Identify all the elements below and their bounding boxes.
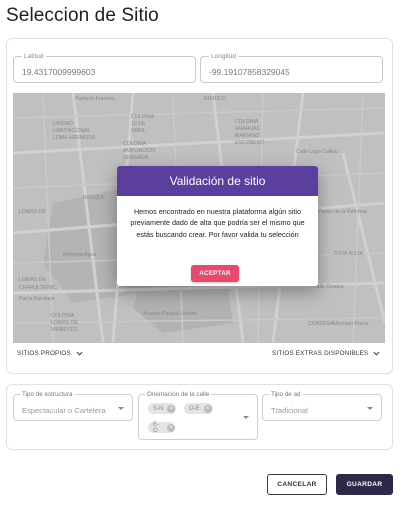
longitude-label: Longitud bbox=[209, 52, 238, 61]
estructura-label: Tipo de estructura bbox=[20, 390, 75, 399]
orientacion-label: Orientación de la calle bbox=[145, 390, 212, 399]
dropdown-arrow-icon bbox=[367, 407, 373, 410]
chip-e-o[interactable]: E-O × bbox=[148, 421, 175, 434]
chevron-down-icon bbox=[76, 351, 83, 356]
accept-button[interactable]: ACEPTAR bbox=[191, 265, 239, 282]
dropdown-arrow-icon bbox=[118, 407, 124, 410]
tipo-ad-value: Tradicional bbox=[271, 406, 308, 415]
dialog-message: Hemos encontrado en nuestra plataforma a… bbox=[130, 207, 305, 239]
chip-o-e[interactable]: O-E × bbox=[184, 403, 213, 414]
page-title: Seleccion de Sitio bbox=[6, 5, 159, 26]
chip-label: E-O bbox=[153, 421, 159, 434]
chip-s-n[interactable]: S-N × bbox=[148, 403, 176, 414]
site-validation-dialog: Validación de sitio Hemos encontrado en … bbox=[117, 166, 318, 286]
remove-chip-icon[interactable]: × bbox=[167, 404, 176, 413]
tipo-ad-label: Tipo de ad bbox=[269, 390, 303, 399]
latitude-field[interactable]: Latitud 19.4317009999603 bbox=[13, 52, 196, 83]
remove-chip-icon[interactable]: × bbox=[167, 423, 175, 432]
latitude-label: Latitud bbox=[22, 52, 46, 61]
chip-label: O-E bbox=[189, 405, 200, 412]
estructura-value: Espectacular o Cartelera bbox=[22, 406, 106, 415]
estructura-select[interactable]: Tipo de estructura Espectacular o Cartel… bbox=[13, 390, 133, 421]
sitios-propios-toggle[interactable]: SITIOS PROPIOS bbox=[17, 350, 83, 357]
longitude-field[interactable]: Longitud -99.19107858329045 bbox=[200, 52, 383, 83]
chevron-down-icon bbox=[373, 351, 380, 356]
remove-chip-icon[interactable]: × bbox=[203, 404, 212, 413]
longitude-value: -99.19107858329045 bbox=[209, 67, 290, 77]
sitios-propios-label: SITIOS PROPIOS bbox=[17, 350, 71, 357]
chip-label: S-N bbox=[153, 405, 164, 412]
cancel-button[interactable]: CANCELAR bbox=[267, 474, 327, 495]
dialog-title: Validación de sitio bbox=[117, 166, 318, 196]
orientacion-select[interactable]: Orientación de la calle S-N × O-E × E-O … bbox=[138, 390, 258, 440]
tipo-ad-select[interactable]: Tipo de ad Tradicional bbox=[262, 390, 382, 421]
save-button[interactable]: GUARDAR bbox=[336, 474, 393, 495]
dropdown-arrow-icon bbox=[243, 416, 249, 419]
sitios-extras-label: SITIOS EXTRAS DISPONIBLES bbox=[272, 350, 369, 357]
latitude-value: 19.4317009999603 bbox=[22, 67, 96, 77]
sitios-extras-toggle[interactable]: SITIOS EXTRAS DISPONIBLES bbox=[272, 350, 380, 357]
